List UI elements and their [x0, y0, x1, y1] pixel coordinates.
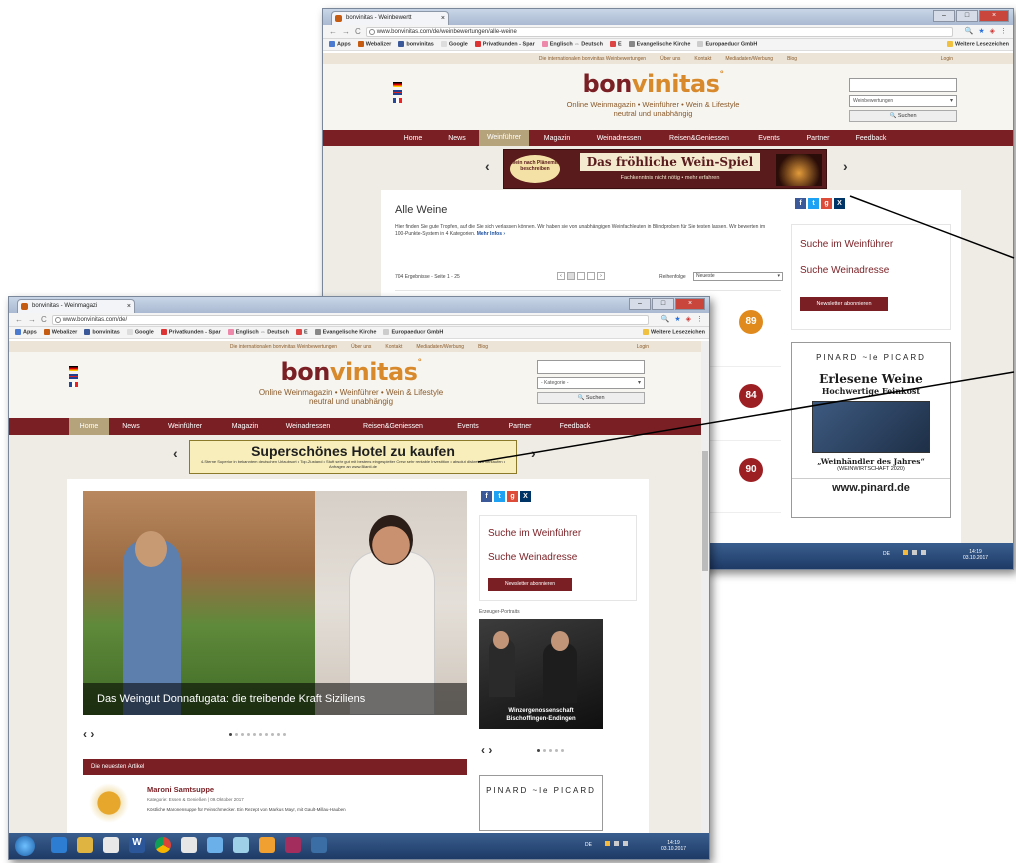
callout-line-top [849, 195, 1015, 259]
callout-line-bottom [477, 371, 1015, 463]
composite-screenshot: bonvinitas - Weinbewertt × – □ × ← → C w… [0, 0, 1016, 863]
callout-lines [477, 195, 1015, 463]
